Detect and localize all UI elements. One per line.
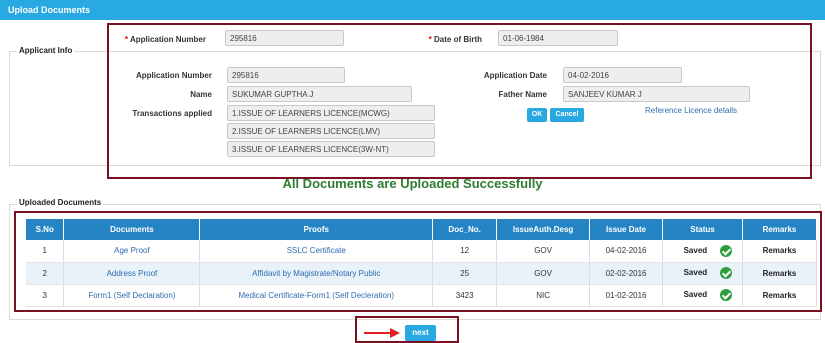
success-message: All Documents are Uploaded Successfully	[282, 176, 543, 191]
uploaded-documents-legend: Uploaded Documents	[17, 198, 104, 207]
page-title: Upload Documents	[8, 5, 91, 15]
page-header-bar: Upload Documents	[0, 0, 825, 20]
applicant-info-legend: Applicant Info	[17, 46, 75, 55]
highlight-applicant-box	[107, 23, 812, 179]
highlight-table-box	[14, 211, 822, 312]
highlight-next-box	[355, 316, 459, 343]
